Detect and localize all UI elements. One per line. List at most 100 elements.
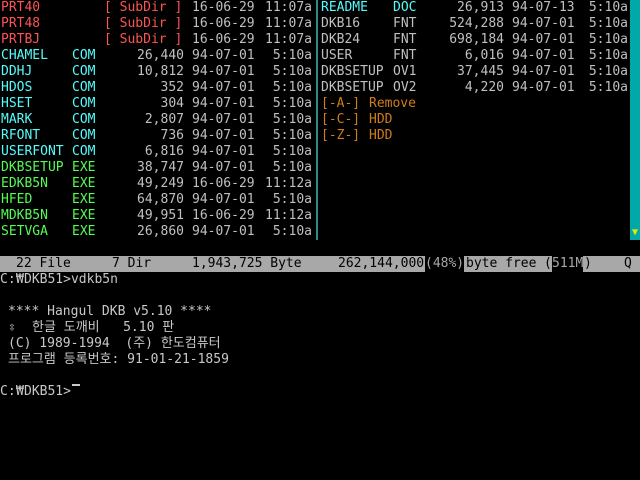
directory-entry[interactable]: PRT48 [ SubDir ] 16-06-29 11:07a	[0, 16, 316, 32]
file-date: 94-07-01	[192, 160, 255, 175]
status-bar: 22 File 7 Dir 1,943,725 Byte 262,144,000…	[0, 256, 640, 272]
file-date: 94-07-01	[192, 128, 255, 143]
file-size: 37,445	[457, 64, 504, 79]
console-line: **** Hangul DKB v5.10 ****	[0, 304, 640, 320]
file-date: 94-07-01	[192, 224, 255, 239]
file-size: 2,807	[144, 112, 184, 127]
file-ext: FNT	[393, 32, 417, 47]
file-entry[interactable]: DKBSETUP EXE 38,747 94-07-01 5:10a	[0, 160, 316, 176]
file-time: 5:10a	[588, 80, 628, 95]
file-ext: [ SubDir ]	[104, 0, 183, 15]
file-time: 5:10a	[272, 160, 312, 175]
file-date: 16-06-29	[192, 16, 255, 31]
drive-key: [-C-]	[321, 112, 361, 127]
directory-entry[interactable]: PRT40 [ SubDir ] 16-06-29 11:07a	[0, 0, 316, 16]
total-size: 511M	[552, 256, 584, 272]
free-percent: (48%)	[425, 256, 465, 272]
file-entry[interactable]: EDKB5N EXE 49,249 16-06-29 11:12a	[0, 176, 316, 192]
file-entry[interactable]: HDOS COM 352 94-07-01 5:10a	[0, 80, 316, 96]
file-entry[interactable]: DKB24 FNT 698,184 94-07-01 5:10a	[318, 32, 630, 48]
drive-key: [-A-]	[321, 96, 361, 111]
file-time: 11:12a	[265, 176, 312, 191]
file-size: 6,816	[144, 144, 184, 159]
file-date: 94-07-01	[512, 16, 575, 31]
file-ext: COM	[72, 80, 96, 95]
quit-key[interactable]: Q	[624, 256, 632, 272]
file-size: 49,249	[137, 176, 184, 191]
file-time: 5:10a	[588, 16, 628, 31]
copyright: (C) 1989-1994 (주) 한도컴퓨터	[8, 336, 221, 351]
scrollbar[interactable]	[630, 0, 640, 240]
file-time: 5:10a	[272, 64, 312, 79]
file-entry[interactable]: RFONT COM 736 94-07-01 5:10a	[0, 128, 316, 144]
file-entry[interactable]: USERFONT COM 6,816 94-07-01 5:10a	[0, 144, 316, 160]
registration-number: 프로그램 등록번호: 91-01-21-1859	[8, 352, 229, 367]
console-line: ⇳ 한글 도깨비 5.10 판	[0, 320, 640, 336]
file-entry[interactable]: HSET COM 304 94-07-01 5:10a	[0, 96, 316, 112]
file-count: 22 File	[16, 256, 71, 271]
file-date: 94-07-01	[512, 64, 575, 79]
file-time: 11:12a	[265, 208, 312, 223]
file-time: 5:10a	[272, 224, 312, 239]
file-name: DKB24	[321, 32, 361, 47]
drive-entry[interactable]: [-A-] Remove	[318, 96, 630, 112]
file-ext: COM	[72, 144, 96, 159]
drive-entry[interactable]: [-C-] HDD	[318, 112, 630, 128]
file-name: PRTBJ	[1, 32, 41, 47]
file-ext: DOC	[393, 0, 417, 15]
file-name: DKB16	[321, 16, 361, 31]
file-entry[interactable]: README DOC 26,913 94-07-13 5:10a	[318, 0, 630, 16]
directory-entry[interactable]: PRTBJ [ SubDir ] 16-06-29 11:07a	[0, 32, 316, 48]
file-ext: COM	[72, 96, 96, 111]
console-line: C: ₩ DKB51>vdkb5n	[0, 272, 118, 287]
left-file-panel[interactable]: PRT40 [ SubDir ] 16-06-29 11:07a PRT48 [ SubD…	[0, 0, 316, 240]
right-file-panel[interactable]: README DOC 26,913 94-07-13 5:10a DKB16 FNT 524,…	[318, 0, 630, 240]
file-name: USER	[321, 48, 353, 63]
file-entry[interactable]: MARK COM 2,807 94-07-01 5:10a	[0, 112, 316, 128]
file-entry[interactable]: HFED EXE 64,870 94-07-01 5:10a	[0, 192, 316, 208]
file-name: HSET	[1, 96, 33, 111]
command-prompt[interactable]: C: ₩ DKB51>	[0, 384, 640, 400]
file-date: 94-07-01	[192, 80, 255, 95]
file-name: README	[321, 0, 368, 15]
drive-entry[interactable]: [-Z-] HDD	[318, 128, 630, 144]
file-entry[interactable]: CHAMEL COM 26,440 94-07-01 5:10a	[0, 48, 316, 64]
dos-console[interactable]: C: ₩ DKB51>vdkb5n **** Hangul DKB v5.10 …	[0, 272, 640, 400]
file-ext: EXE	[72, 192, 96, 207]
file-entry[interactable]: USER FNT 6,016 94-07-01 5:10a	[318, 48, 630, 64]
file-entry[interactable]: DKBSETUP OV1 37,445 94-07-01 5:10a	[318, 64, 630, 80]
file-entry[interactable]: DKB16 FNT 524,288 94-07-01 5:10a	[318, 16, 630, 32]
file-time: 5:10a	[272, 48, 312, 63]
file-ext: COM	[72, 64, 96, 79]
file-entry[interactable]: MDKB5N EXE 49,951 16-06-29 11:12a	[0, 208, 316, 224]
console-line: (C) 1989-1994 (주) 한도컴퓨터	[0, 336, 640, 352]
file-entry[interactable]: DKBSETUP OV2 4,220 94-07-01 5:10a	[318, 80, 630, 96]
file-ext: EXE	[72, 176, 96, 191]
file-date: 16-06-29	[192, 176, 255, 191]
file-ext: COM	[72, 128, 96, 143]
file-name: CHAMEL	[1, 48, 48, 63]
file-time: 11:07a	[265, 0, 312, 15]
file-date: 94-07-13	[512, 0, 575, 15]
total-close: )	[584, 256, 592, 271]
total-bytes: 1,943,725 Byte	[192, 256, 302, 271]
file-date: 94-07-01	[192, 192, 255, 207]
drive-label: Remove	[369, 96, 416, 111]
file-time: 11:07a	[265, 32, 312, 47]
file-time: 5:10a	[272, 96, 312, 111]
file-ext: EXE	[72, 208, 96, 223]
file-entry[interactable]: DDHJ COM 10,812 94-07-01 5:10a	[0, 64, 316, 80]
file-name: SETVGA	[1, 224, 48, 239]
dir-count: 7 Dir	[112, 256, 152, 271]
drive-label: HDD	[369, 128, 393, 143]
file-time: 5:10a	[272, 144, 312, 159]
file-date: 16-06-29	[192, 208, 255, 223]
file-name: MDKB5N	[1, 208, 48, 223]
file-size: 26,440	[137, 48, 184, 63]
file-ext: OV2	[393, 80, 417, 95]
scroll-down-arrow-icon[interactable]: ▼	[630, 226, 640, 240]
file-size: 352	[160, 80, 184, 95]
file-ext: COM	[72, 48, 96, 63]
file-size: 26,913	[457, 0, 504, 15]
file-entry[interactable]: SETVGA EXE 26,860 94-07-01 5:10a	[0, 224, 316, 240]
